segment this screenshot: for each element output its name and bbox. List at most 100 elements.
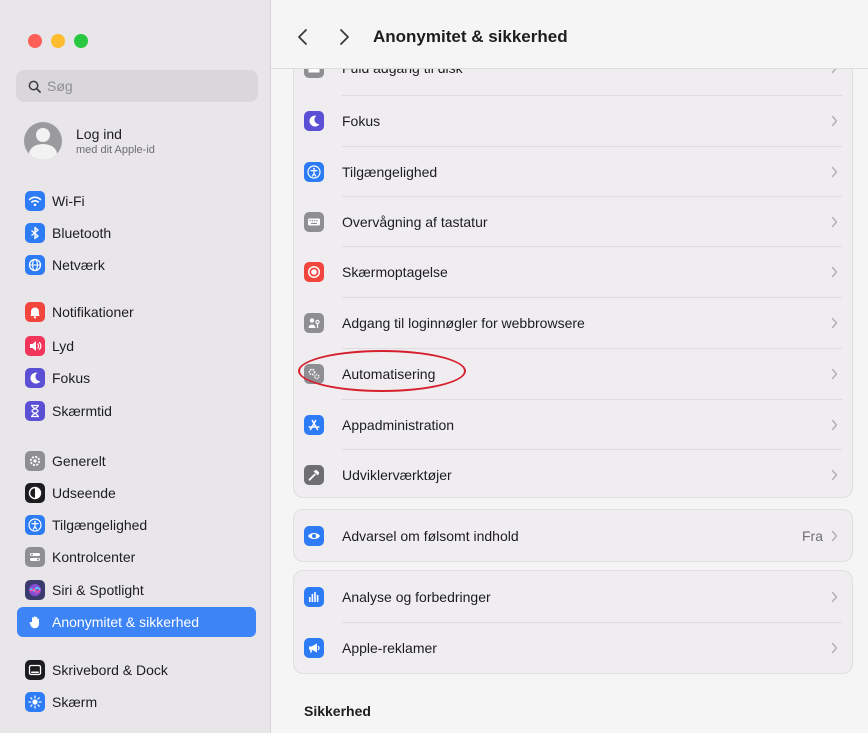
sidebar-item-anonymitet-and-sikkerhed[interactable]: Anonymitet & sikkerhed [17,607,256,637]
chevron-right-icon [831,419,838,430]
search-field[interactable] [16,70,258,102]
sidebar-item-label: Skærmtid [52,403,112,419]
settings-row-skaermoptagelse[interactable]: Skærmoptagelse [294,246,852,297]
record-icon [304,261,324,282]
sidebar-item-wi-fi[interactable]: Wi-Fi [17,186,256,216]
sidebar-item-label: Skærm [52,694,98,710]
chevron-right-icon [831,216,838,227]
sidebar-item-label: Siri & Spotlight [52,582,144,598]
sidebar-item-label: Kontrolcenter [52,549,136,565]
row-label: Adgang til loginnøgler for webbrowsere [342,314,585,331]
window-controls [28,34,88,48]
chevron-right-icon [831,166,838,177]
minimize-window-button[interactable] [51,34,65,48]
settings-row-automatisering[interactable]: Automatisering [294,348,852,399]
sidebar: Log ind med dit Apple-id Wi-Fi Bluetooth N… [0,0,271,733]
globe-icon [25,255,45,275]
sidebar-item-label: Wi-Fi [52,193,85,209]
row-value: Fra [802,527,823,544]
main-pane: Anonymitet & sikkerhed Fuld adgang til d… [271,0,868,733]
row-label: Skærmoptagelse [342,263,448,280]
settings-row-fokus[interactable]: Fokus [294,95,852,146]
sidebar-item-label: Anonymitet & sikkerhed [52,614,200,630]
sidebar-item-skrivebord-and-dock[interactable]: Skrivebord & Dock [17,655,256,685]
account-title: Log ind [76,125,122,142]
chevron-right-icon [831,642,838,653]
gears-icon [304,363,324,384]
sidebar-item-skaermtid[interactable]: Skærmtid [17,396,256,426]
zoom-window-button[interactable] [74,34,88,48]
sidebar-item-label: Lyd [52,338,75,354]
accessibility-icon [304,161,324,182]
sidebar-item-label: Tilgængelighed [52,517,148,533]
sidebar-item-label: Bluetooth [52,225,112,241]
chevron-right-icon [831,115,838,126]
chart-icon [304,586,324,607]
chevron-right-icon [831,317,838,328]
dock-icon [25,660,45,680]
row-label: Analyse og forbedringer [342,588,491,605]
settings-row-adgang-til-loginnogler-for-webbrowsere[interactable]: Adgang til loginnøgler for webbrowsere [294,297,852,348]
row-label: Udviklerværktøjer [342,466,452,483]
sidebar-item-bluetooth[interactable]: Bluetooth [17,218,256,248]
settings-row-tilgaengelighed[interactable]: Tilgængelighed [294,146,852,197]
eye-icon [304,525,324,546]
settings-row-appadministration[interactable]: Appadministration [294,399,852,450]
row-label: Overvågning af tastatur [342,213,488,230]
settings-row-analyse-og-forbedringer[interactable]: Analyse og forbedringer [294,571,852,622]
hand-icon [25,612,45,632]
settings-row-apple-reklamer[interactable]: Apple-reklamer [294,622,852,673]
toolbar: Anonymitet & sikkerhed [271,0,868,69]
row-label: Fokus [342,112,381,129]
row-label: Apple-reklamer [342,639,437,656]
page-title: Anonymitet & sikkerhed [373,27,568,46]
account-subtitle: med dit Apple-id [76,143,155,156]
sun-icon [25,692,45,712]
close-window-button[interactable] [28,34,42,48]
settings-row-overvagning-af-tastatur[interactable]: Overvågning af tastatur [294,196,852,247]
sidebar-item-label: Skrivebord & Dock [52,662,168,678]
sidebar-item-lyd[interactable]: Lyd [17,331,256,361]
accessibility-icon [25,515,45,535]
sidebar-item-label: Generelt [52,453,106,469]
sidebar-item-kontrolcenter[interactable]: Kontrolcenter [17,542,256,572]
back-button[interactable] [289,22,315,52]
apple-account-signin[interactable]: Log ind med dit Apple-id [24,122,155,160]
chevron-right-icon [831,591,838,602]
chevron-right-icon [831,469,838,480]
settings-row-udviklervaerktojer[interactable]: Udviklerværktøjer [294,449,852,497]
avatar [24,122,62,160]
siri-icon [25,580,45,600]
sidebar-item-siri-and-spotlight[interactable]: Siri & Spotlight [17,575,256,605]
bell-icon [25,302,45,322]
search-icon [28,80,41,93]
chevron-right-icon [831,530,838,541]
settings-row-advarsel-om-folsomt-indhold[interactable]: Advarsel om følsomt indhold Fra [294,510,852,561]
sidebar-item-tilgaengelighed[interactable]: Tilgængelighed [17,510,256,540]
section-title-security: Sikkerhed [304,703,371,719]
search-input[interactable] [47,78,247,94]
sidebar-item-skaerm[interactable]: Skærm [17,687,256,717]
sidebar-item-udseende[interactable]: Udseende [17,478,256,508]
chevron-left-icon [297,29,307,45]
moon-icon [304,110,324,131]
analytics-group: Analyse og forbedringer Apple-reklamer [293,570,853,674]
wifi-icon [25,191,45,211]
chevron-right-icon [831,368,838,379]
megaphone-icon [304,637,324,658]
system-settings-window: Log ind med dit Apple-id Wi-Fi Bluetooth N… [0,0,868,733]
sidebar-item-fokus[interactable]: Fokus [17,363,256,393]
sidebar-item-generelt[interactable]: Generelt [17,446,256,476]
sidebar-item-notifikationer[interactable]: Notifikationer [17,297,256,327]
appearance-icon [25,483,45,503]
sidebar-item-netvaerk[interactable]: Netværk [17,250,256,280]
forward-button[interactable] [331,22,357,52]
person-key-icon [304,312,324,333]
row-label: Advarsel om følsomt indhold [342,527,519,544]
speaker-icon [25,336,45,356]
row-label: Automatisering [342,365,436,382]
gear-icon [25,451,45,471]
chevron-right-icon [339,29,349,45]
hourglass-icon [25,401,45,421]
sidebar-item-label: Notifikationer [52,304,134,320]
